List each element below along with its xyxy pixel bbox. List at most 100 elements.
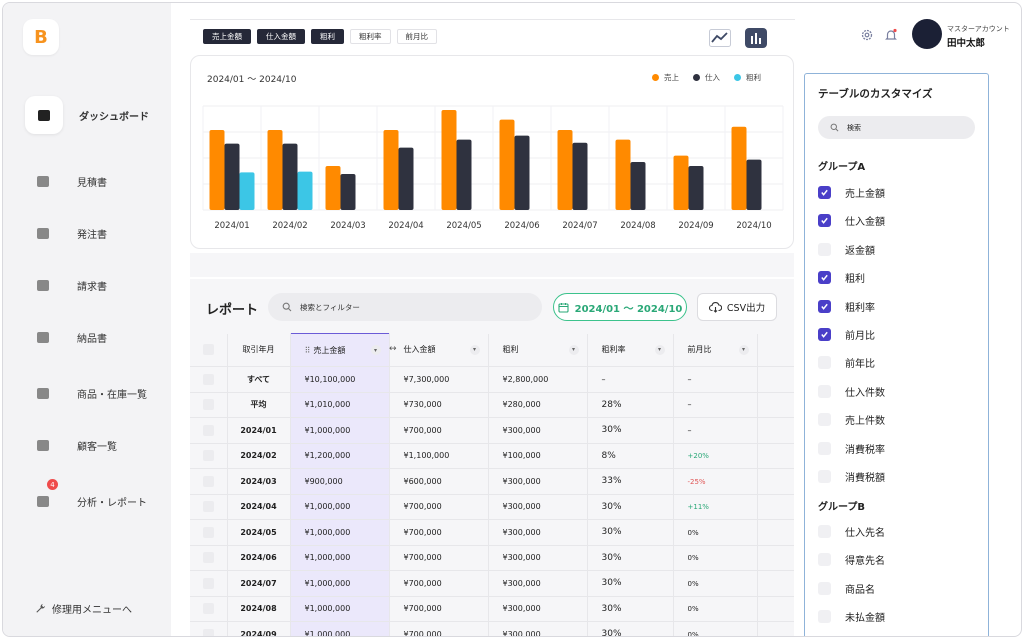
checkbox-checked[interactable] [818, 299, 831, 313]
bar-sales[interactable] [615, 139, 631, 210]
chevron-down-icon[interactable]: ▾ [370, 345, 381, 355]
table-row[interactable]: 2024/09 ¥1,000,000 ¥700,000 ¥300,000 30% 0% [190, 621, 794, 636]
column-header[interactable]: 粗利 ▾ [488, 333, 588, 367]
checkbox-checked[interactable] [818, 271, 831, 285]
column-header[interactable]: 粗利率 ▾ [587, 333, 674, 367]
checkbox-checked[interactable] [818, 186, 831, 199]
row-checkbox[interactable] [202, 577, 214, 589]
checkbox[interactable] [818, 356, 831, 370]
checkbox[interactable] [818, 413, 831, 427]
row-checkbox[interactable] [202, 603, 214, 615]
bar-purchase[interactable] [746, 159, 762, 210]
chevron-down-icon[interactable]: ▾ [469, 344, 480, 355]
column-option[interactable]: 未払金額 [818, 609, 885, 624]
table-row[interactable]: 2024/02 ¥1,200,000 ¥1,100,000 ¥100,000 8% +20… [190, 443, 794, 469]
report-search-input[interactable]: 検索とフィルター [268, 293, 542, 321]
row-checkbox[interactable] [202, 450, 214, 462]
column-option[interactable]: 消費税率 [818, 441, 885, 456]
bar-purchase[interactable] [688, 166, 704, 210]
column-option[interactable]: 前年比 [818, 355, 875, 370]
repair-menu-link[interactable]: 修理用メニューへ [35, 601, 132, 616]
chevron-down-icon[interactable]: ▾ [654, 344, 665, 355]
sidebar-item-3[interactable]: 請求書 [25, 269, 107, 301]
bar-profit[interactable] [239, 172, 255, 210]
metric-chip[interactable]: 粗利 [311, 29, 344, 44]
sidebar-item-0[interactable]: ダッシュボード [25, 96, 149, 134]
sidebar-item-4[interactable]: 納品書 [25, 321, 107, 353]
row-checkbox[interactable] [202, 373, 214, 385]
table-row[interactable]: 2024/06 ¥1,000,000 ¥700,000 ¥300,000 30% 0% [190, 545, 794, 571]
metric-chip[interactable]: 粗利率 [350, 29, 391, 44]
bar-purchase[interactable] [456, 139, 472, 210]
checkbox-checked[interactable] [818, 328, 831, 341]
metric-chip[interactable]: 売上金額 [203, 29, 251, 44]
drag-handle-icon[interactable]: ⠿ [305, 346, 311, 355]
column-header[interactable]: 仕入金額 ▾ [389, 333, 489, 367]
bar-sales[interactable] [499, 119, 515, 210]
sidebar-item-5[interactable]: 商品・在庫一覧 [25, 377, 147, 409]
metric-chip[interactable]: 仕入金額 [257, 29, 305, 44]
column-option[interactable]: 消費税額 [818, 469, 885, 484]
table-row[interactable]: 2024/07 ¥1,000,000 ¥700,000 ¥300,000 30% 0% [190, 570, 794, 597]
checkbox[interactable] [818, 470, 831, 483]
bar-chart-view-button[interactable] [745, 28, 767, 48]
bar-sales[interactable] [325, 166, 341, 210]
bar-purchase[interactable] [224, 143, 240, 210]
table-row[interactable]: 2024/01 ¥1,000,000 ¥700,000 ¥300,000 30% – [190, 417, 794, 444]
column-option[interactable]: 得意先名 [818, 552, 885, 567]
column-header[interactable]: ⠿ 売上金額 ▾ ↔ [290, 333, 397, 367]
bar-sales[interactable] [383, 130, 399, 210]
checkbox[interactable] [818, 384, 831, 398]
column-option[interactable]: 売上金額 [818, 185, 885, 200]
bar-purchase[interactable] [340, 174, 356, 210]
bar-purchase[interactable] [630, 162, 646, 210]
sidebar-item-7[interactable]: 4 分析・レポート [25, 479, 147, 517]
column-header[interactable]: 前月比 ▾ [673, 333, 758, 367]
bar-sales[interactable] [557, 130, 573, 210]
line-chart-view-button[interactable] [709, 28, 731, 48]
bar-sales[interactable] [267, 130, 283, 210]
table-row[interactable]: 2024/03 ¥900,000 ¥600,000 ¥300,000 33% -25% [190, 468, 794, 495]
csv-export-button[interactable]: CSV出力 [697, 293, 777, 321]
column-header[interactable]: 取引年月 [227, 333, 291, 367]
table-row[interactable]: 2024/04 ¥1,000,000 ¥700,000 ¥300,000 30% +11% [190, 494, 794, 520]
table-row[interactable]: 2024/08 ¥1,000,000 ¥700,000 ¥300,000 30% 0% [190, 596, 794, 622]
sidebar-item-1[interactable]: 見積書 [25, 165, 107, 197]
sidebar-item-6[interactable]: 顧客一覧 [25, 429, 117, 461]
table-row[interactable]: 平均 ¥1,010,000 ¥730,000 ¥280,000 28% – [190, 392, 794, 418]
checkbox[interactable] [818, 242, 831, 256]
column-option[interactable]: 粗利率 [818, 299, 875, 314]
bar-sales[interactable] [673, 155, 689, 210]
column-option[interactable]: 前月比 [818, 327, 875, 342]
checkbox-checked[interactable] [818, 214, 831, 228]
bar-sales[interactable] [731, 126, 747, 210]
sidebar-item-2[interactable]: 発注書 [25, 217, 107, 249]
customize-search-input[interactable]: 検索 [818, 116, 975, 139]
table-row[interactable]: すべて ¥10,100,000 ¥7,300,000 ¥2,800,000 – – [190, 366, 794, 393]
avatar[interactable] [912, 19, 942, 49]
row-checkbox[interactable] [202, 526, 214, 538]
column-option[interactable]: 売上件数 [818, 412, 885, 427]
select-all-checkbox[interactable] [202, 344, 214, 356]
bar-profit[interactable] [297, 171, 313, 210]
chevron-down-icon[interactable]: ▾ [738, 344, 749, 355]
bar-purchase[interactable] [282, 143, 298, 210]
column-option[interactable]: 仕入先名 [818, 524, 885, 539]
column-option[interactable]: 返金額 [818, 242, 875, 257]
bar-purchase[interactable] [398, 147, 414, 210]
checkbox[interactable] [818, 441, 831, 455]
row-checkbox[interactable] [202, 501, 214, 513]
row-checkbox[interactable] [202, 475, 214, 487]
settings-button[interactable] [860, 27, 876, 43]
row-checkbox[interactable] [202, 552, 214, 564]
bar-purchase[interactable] [572, 142, 588, 210]
column-option[interactable]: 仕入件数 [818, 384, 885, 399]
row-checkbox[interactable] [202, 424, 214, 436]
chevron-down-icon[interactable]: ▾ [568, 344, 579, 355]
checkbox[interactable] [818, 581, 831, 595]
row-checkbox[interactable] [202, 628, 214, 636]
bar-purchase[interactable] [514, 135, 530, 210]
column-option[interactable]: 仕入金額 [818, 213, 885, 228]
row-checkbox[interactable] [202, 399, 214, 411]
metric-chip[interactable]: 前月比 [396, 29, 437, 44]
